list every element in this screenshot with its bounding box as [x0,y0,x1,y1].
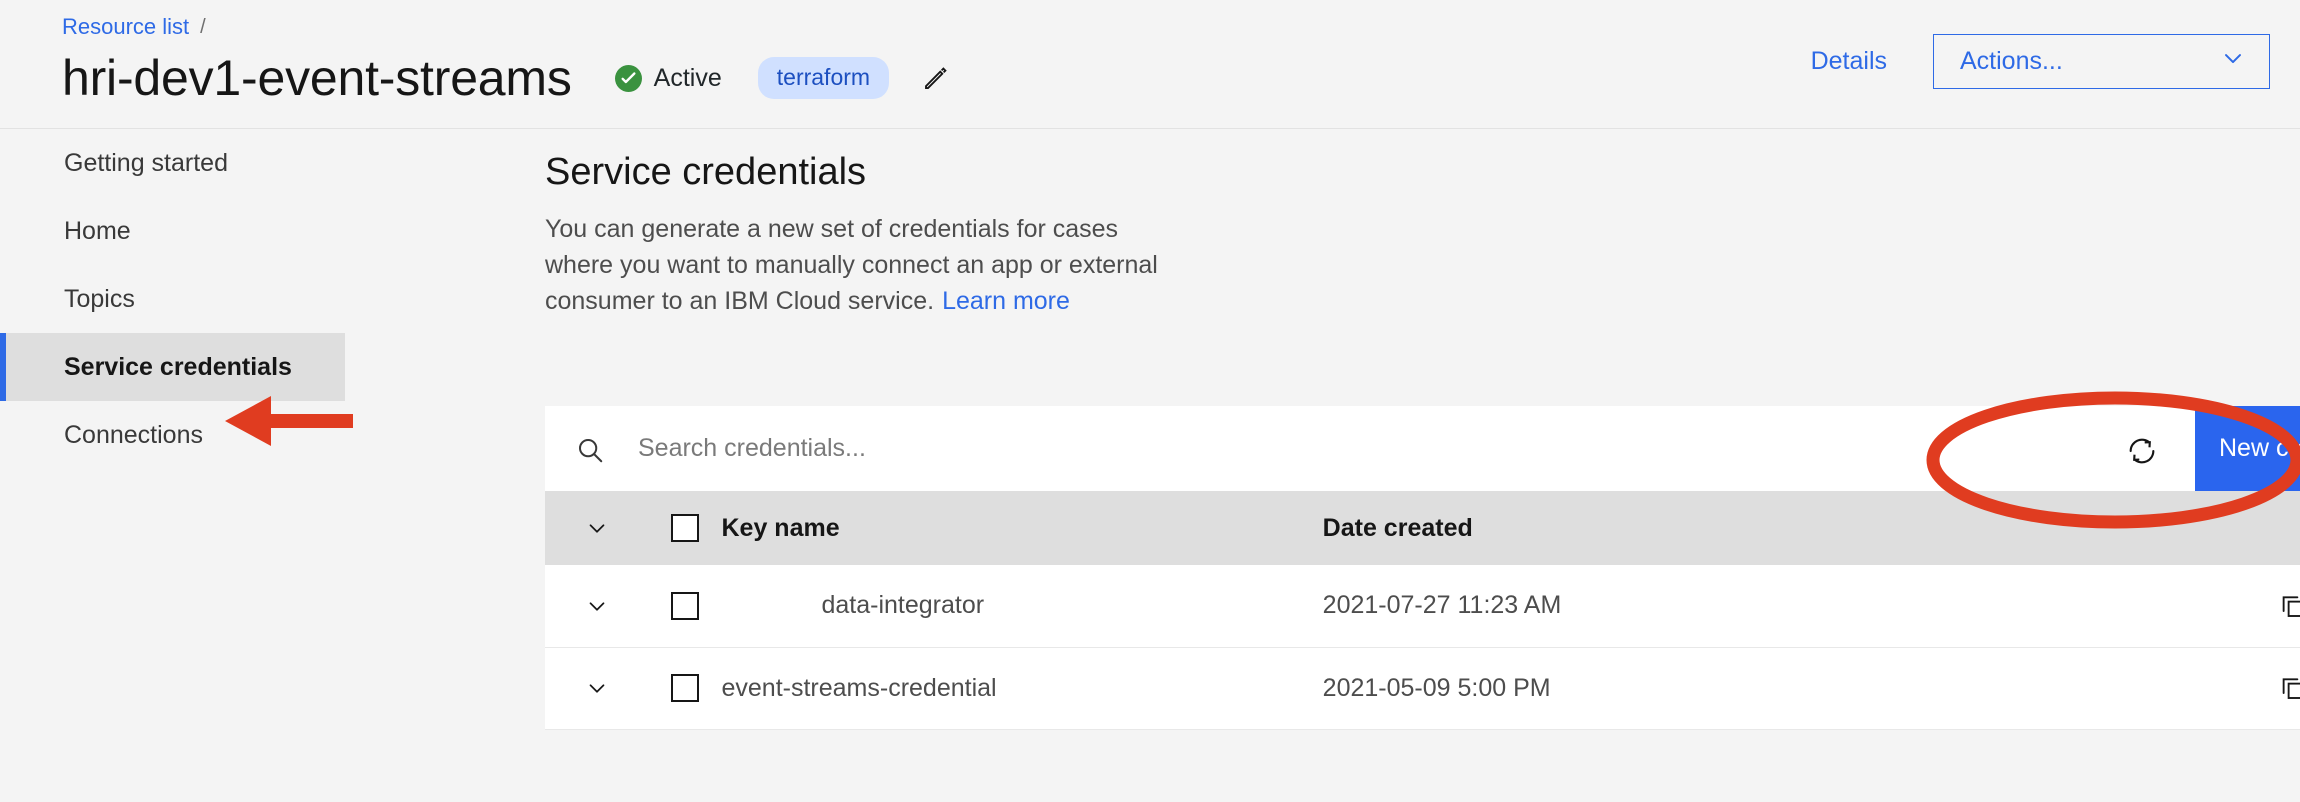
table-body: data-integrator 2021-07-27 11:23 AM even… [545,565,2300,729]
app-page: Resource list / hri-dev1-event-streams A… [0,0,2300,802]
cell-date-created: 2021-07-27 11:23 AM [1322,591,1562,620]
status-badge: Active [614,63,722,93]
search-input[interactable] [638,434,1438,463]
sidebar-item-label: Service credentials [64,352,292,381]
refresh-icon[interactable] [2122,431,2162,471]
title-row: hri-dev1-event-streams Active terraform [62,48,953,108]
row-expand-cell [545,647,649,729]
sidebar-item-label: Topics [64,284,135,313]
breadcrumb-separator: / [200,16,206,38]
copy-icon[interactable] [2227,565,2300,647]
row-copy-cell [2227,565,2300,647]
check-circle-icon [614,64,642,92]
row-copy-cell [2227,647,2300,729]
details-link[interactable]: Details [1811,47,1887,76]
sidebar-nav: Getting started Home Topics Service cred… [0,129,345,802]
table-header-row: Key name Date created [545,491,2300,565]
sidebar-item-getting-started[interactable]: Getting started [0,129,345,197]
sidebar-item-connections[interactable]: Connections [0,401,345,469]
row-checkbox[interactable] [671,674,700,702]
sidebar-item-label: Connections [64,420,203,449]
row-select-cell [649,565,722,647]
pencil-icon[interactable] [919,61,953,95]
breadcrumb-resource-list-link[interactable]: Resource list [62,13,189,41]
breadcrumb: Resource list / [62,13,206,41]
table-header: Key name Date created [545,491,2300,565]
actions-dropdown-button[interactable]: Actions... [1933,34,2270,89]
copy-icon[interactable] [2227,648,2300,729]
status-label: Active [653,63,722,92]
sidebar-item-service-credentials[interactable]: Service credentials [0,333,345,401]
cell-key-name: data-integrator [821,591,985,620]
select-all-checkbox[interactable] [671,514,700,542]
column-header-date-created[interactable]: Date created [1323,491,2228,565]
section-description: You can generate a new set of credential… [545,211,1170,319]
table-row[interactable]: data-integrator 2021-07-27 11:23 AM [545,565,2300,647]
page-header: Resource list / hri-dev1-event-streams A… [0,0,2300,129]
row-select-cell [649,647,722,729]
row-expand-cell [545,565,649,647]
main-content: Service credentials You can generate a n… [345,129,2300,802]
page-title: hri-dev1-event-streams [62,50,572,106]
new-credential-label: New credential [2219,434,2300,462]
column-header-copy [2227,491,2300,565]
credentials-table: Key name Date created data-integrator 20… [545,491,2300,730]
cell-key-name: event-streams-credential [721,673,997,702]
credentials-card: New credential + [545,406,2300,730]
chevron-down-icon[interactable] [545,491,649,565]
sidebar-item-topics[interactable]: Topics [0,265,345,333]
row-checkbox[interactable] [671,591,700,620]
section-title: Service credentials [545,151,867,193]
search-icon [575,435,605,470]
select-all-header [649,491,722,565]
table-toolbar: New credential + [545,406,2300,491]
sidebar-item-label: Home [64,216,131,245]
chevron-down-icon [2219,44,2247,79]
main-header: Service credentials You can generate a n… [545,148,1445,319]
new-credential-button[interactable]: New credential + [2195,406,2300,491]
sidebar-item-label: Getting started [64,148,228,177]
column-header-key-name[interactable]: Key name [721,491,1322,565]
cell-date-created: 2021-05-09 5:00 PM [1322,673,1551,702]
expand-all-header [545,491,649,565]
learn-more-link[interactable]: Learn more [942,287,1070,315]
chevron-down-icon[interactable] [545,565,649,647]
chevron-down-icon[interactable] [545,648,649,729]
header-actions: Details Actions... [1811,34,2270,89]
table-row[interactable]: event-streams-credential 2021-05-09 5:00… [545,647,2300,729]
actions-dropdown-label: Actions... [1960,47,2063,75]
tag-terraform[interactable]: terraform [757,57,890,99]
sidebar-item-home[interactable]: Home [0,197,345,265]
